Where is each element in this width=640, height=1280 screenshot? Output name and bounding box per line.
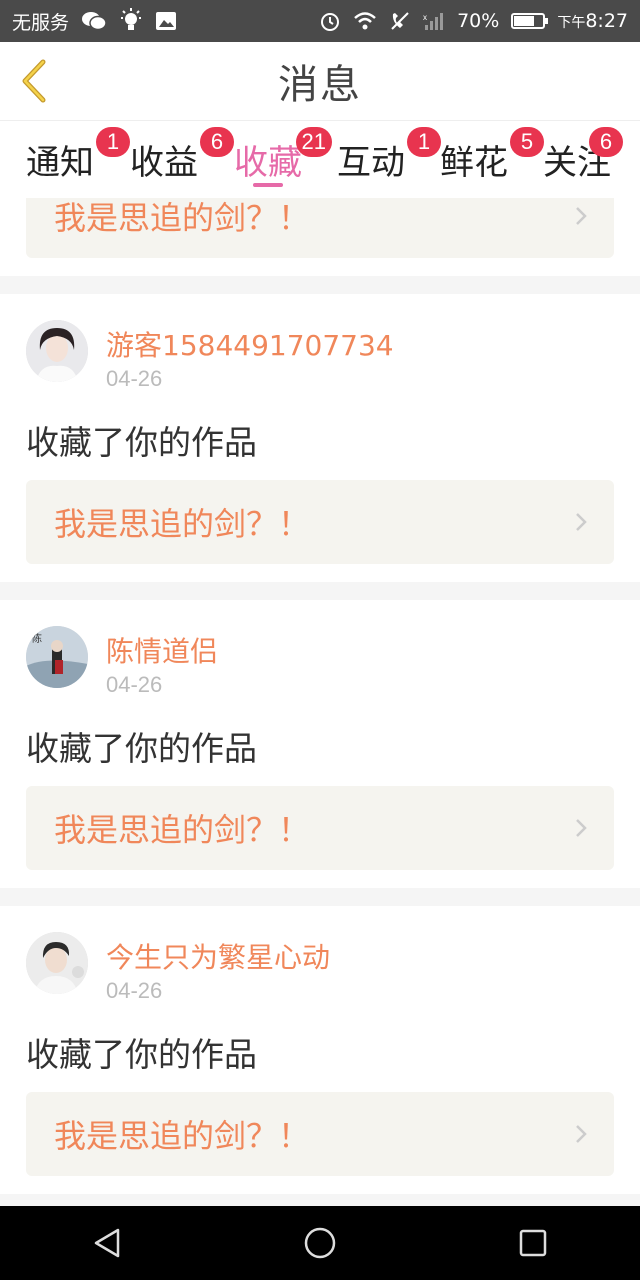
work-link[interactable]: 我是思追的剑？！ [26, 198, 614, 258]
chevron-right-icon [574, 510, 588, 534]
list-item: 游客1584491707734 04-26 收藏了你的作品 我是思追的剑？！ [0, 294, 640, 582]
action-text: 收藏了你的作品 [26, 423, 257, 462]
triangle-back-icon [94, 1228, 119, 1258]
wechat-icon [81, 10, 107, 32]
tab-earnings[interactable]: 收益 6 [130, 127, 234, 184]
work-title: 我是思追的剑？！ [54, 1117, 311, 1155]
clock: 下午8:27 [557, 10, 628, 32]
avatar[interactable] [26, 932, 88, 994]
work-title: 我是思追的剑？！ [54, 811, 311, 849]
back-button[interactable] [14, 56, 54, 106]
list-item: 我是思追的剑？！ [0, 198, 640, 276]
tab-badge: 6 [200, 127, 234, 157]
list-item: 陈 陈情道侣 04-26 收藏了你的作品 我是思追的剑？！ [0, 600, 640, 888]
tab-flowers[interactable]: 鲜花 5 [440, 127, 544, 184]
avatar[interactable] [26, 320, 88, 382]
work-link[interactable]: 我是思追的剑？！ [26, 786, 614, 870]
chevron-right-icon [574, 816, 588, 840]
square-recents-icon [520, 1229, 547, 1257]
list-item: 今生只为繁星心动 04-26 收藏了你的作品 我是思追的剑？！ [0, 906, 640, 1194]
tab-badge: 1 [407, 127, 441, 157]
wifi-icon [353, 11, 377, 31]
tab-follows[interactable]: 关注 6 [543, 127, 623, 184]
tab-badge: 21 [295, 127, 332, 157]
chevron-right-icon [574, 1122, 588, 1146]
svg-text:x: x [423, 13, 427, 22]
nav-home-button[interactable] [290, 1213, 350, 1273]
date: 04-26 [106, 672, 163, 697]
date: 04-26 [106, 366, 163, 391]
active-tab-indicator [253, 183, 283, 187]
message-list: 我是思追的剑？！ 游客1584491707734 04-26 收藏了你的作品 我… [0, 198, 640, 1206]
lightbulb-icon [119, 8, 143, 34]
username[interactable]: 游客1584491707734 [106, 324, 394, 364]
nav-recents-button[interactable] [503, 1213, 563, 1273]
page-title: 消息 [278, 62, 362, 108]
tab-badge: 6 [589, 127, 623, 157]
app-header: 消息 [0, 42, 640, 120]
username[interactable]: 陈情道侣 [106, 630, 218, 670]
date: 04-26 [106, 978, 163, 1003]
carrier-text: 无服务 [12, 11, 70, 34]
action-text: 收藏了你的作品 [26, 729, 257, 768]
battery-icon [511, 13, 549, 29]
status-bar: 无服务 x 70% 下午8:27 [0, 0, 640, 42]
tab-interactions[interactable]: 互动 1 [337, 127, 441, 184]
svg-text:陈: 陈 [32, 632, 42, 645]
chevron-left-icon [22, 59, 46, 103]
tab-notifications[interactable]: 通知 1 [26, 127, 130, 184]
tab-badge: 5 [510, 127, 544, 157]
signal-icon: x [423, 11, 445, 31]
battery-percent: 70% [457, 10, 500, 32]
tab-badge: 1 [96, 127, 130, 157]
system-nav-bar [0, 1206, 640, 1280]
image-icon [155, 11, 177, 31]
work-title: 我是思追的剑？！ [54, 505, 311, 543]
action-text: 收藏了你的作品 [26, 1035, 257, 1074]
no-call-icon [389, 10, 411, 32]
tab-favorites[interactable]: 收藏 21 [234, 127, 332, 184]
nav-back-button[interactable] [77, 1213, 137, 1273]
work-link[interactable]: 我是思追的剑？！ [26, 480, 614, 564]
username[interactable]: 今生只为繁星心动 [106, 936, 330, 976]
work-link[interactable]: 我是思追的剑？！ [26, 1092, 614, 1176]
tab-bar: 通知 1 收益 6 收藏 21 互动 1 鲜花 5 关注 6 [0, 120, 640, 198]
alarm-icon [319, 10, 341, 32]
circle-home-icon [304, 1227, 336, 1259]
chevron-right-icon [574, 204, 588, 228]
avatar[interactable]: 陈 [26, 626, 88, 688]
work-title: 我是思追的剑？！ [54, 199, 311, 237]
